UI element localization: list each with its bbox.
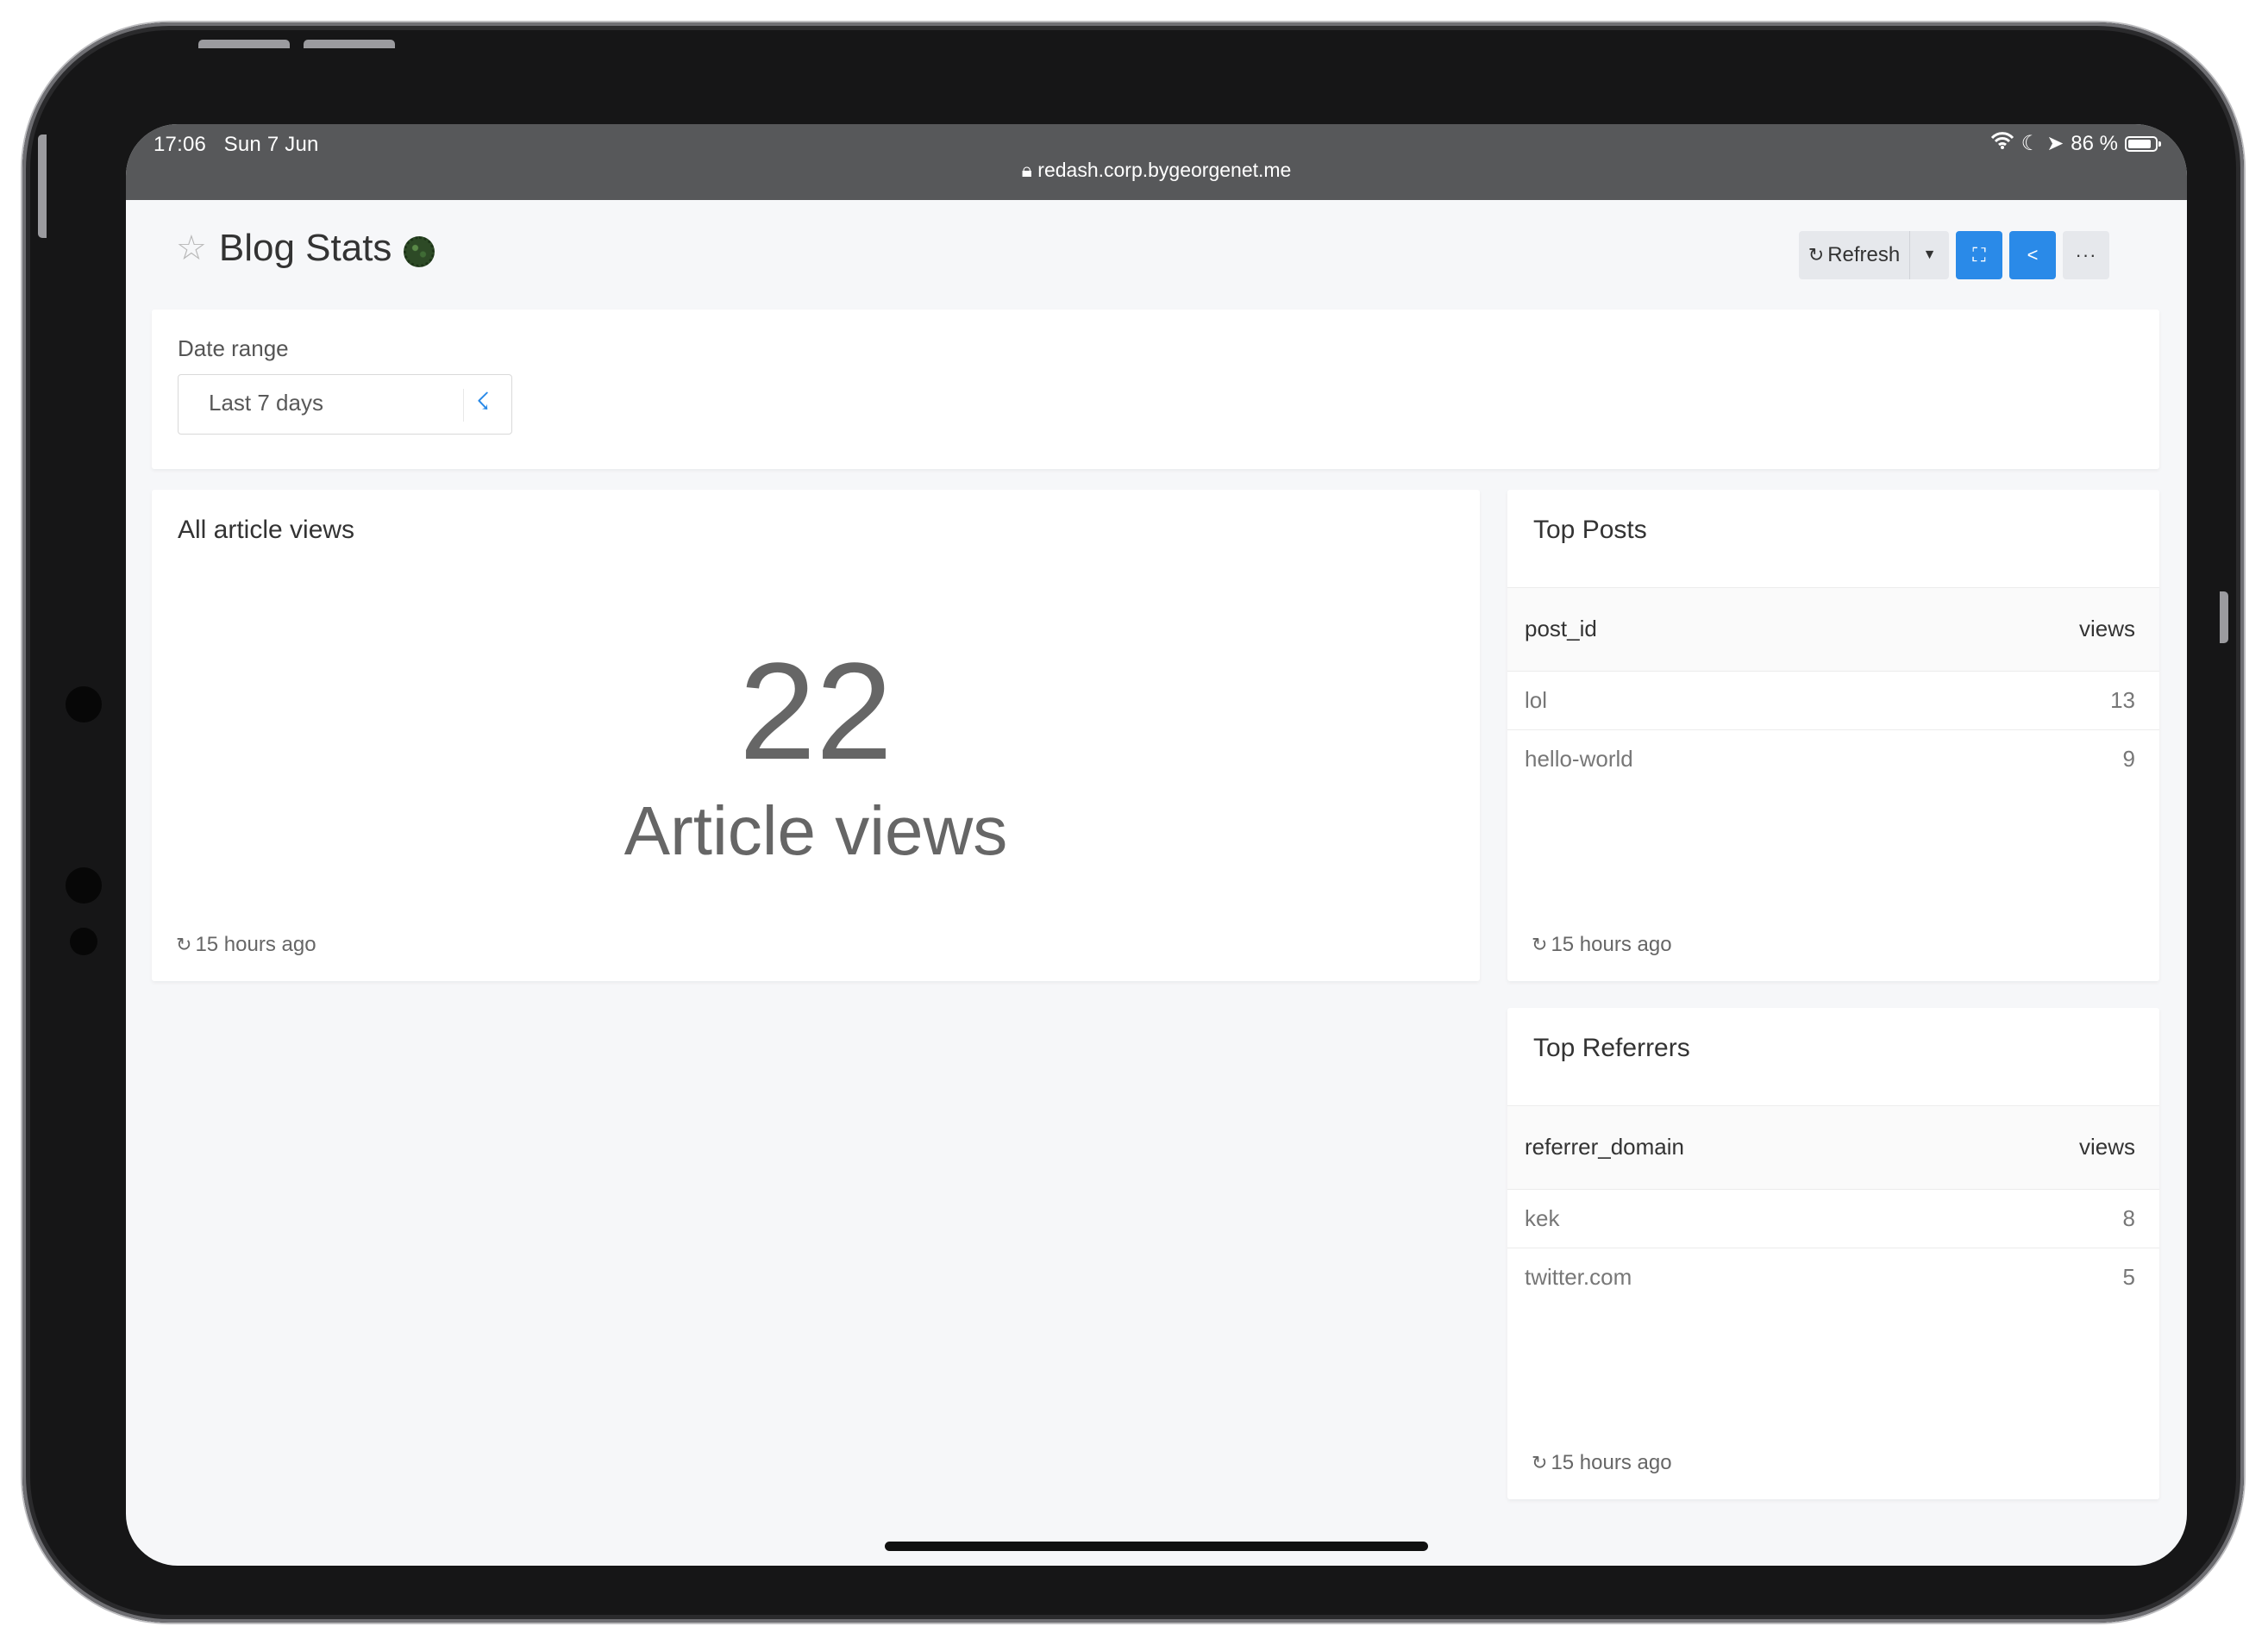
updated-text: 15 hours ago: [1551, 1451, 1672, 1474]
filters-panel: Date range Last 7 days ☇: [152, 310, 2159, 469]
refresh-label: Refresh: [1827, 243, 1901, 266]
battery-icon: [2125, 135, 2161, 152]
widget-refresh-time[interactable]: ↻ 15 hours ago: [1532, 1451, 1672, 1475]
status-bar: 17:06 Sun 7 Jun 🔒︎ redash.corp.bygeorgen…: [126, 124, 2187, 200]
camera-sensor: [66, 867, 102, 904]
fullscreen-button[interactable]: ⛶: [1956, 231, 2002, 279]
refresh-icon: ↻: [1532, 1452, 1548, 1473]
table-row: kek 8: [1507, 1190, 2159, 1248]
refresh-icon: ↻: [1808, 244, 1825, 266]
dashboard-header: ☆ Blog Stats: [176, 227, 435, 270]
refresh-icon: ↻: [176, 934, 192, 955]
date-range-value: Last 7 days: [209, 390, 323, 416]
table-cell: 13: [2110, 687, 2135, 713]
table-row: lol 13: [1507, 672, 2159, 730]
date-range-label: Date range: [178, 335, 289, 361]
wifi-icon: [1990, 131, 2014, 156]
table-cell: kek: [1525, 1205, 1560, 1231]
widget-title: Top Referrers: [1533, 1034, 1690, 1062]
column-header-post-id[interactable]: post_id: [1525, 616, 1597, 642]
battery-percentage: 86 %: [2071, 131, 2118, 155]
share-icon: <: [2027, 244, 2039, 266]
more-options-button[interactable]: ···: [2063, 231, 2109, 279]
camera-sensor: [66, 686, 102, 722]
ellipsis-icon: ···: [2075, 244, 2097, 266]
favorite-star-icon[interactable]: ☆: [176, 228, 207, 268]
status-icons: ☾ ➤ 86 %: [1990, 131, 2161, 156]
widget-title: All article views: [178, 516, 355, 544]
table-row: hello-world 9: [1507, 730, 2159, 789]
refresh-icon: ↻: [1532, 934, 1548, 955]
url-text: redash.corp.bygeorgenet.me: [1037, 159, 1292, 181]
published-icon: [404, 236, 435, 267]
page-title: Blog Stats: [218, 227, 392, 269]
lock-icon: 🔒︎: [1021, 159, 1032, 181]
side-button: [38, 134, 47, 238]
table-cell: twitter.com: [1525, 1264, 1632, 1290]
widget-article-views: All article views 22 Article views ↻ 15 …: [152, 490, 1480, 981]
clock: 17:06: [153, 133, 207, 156]
updated-text: 15 hours ago: [1551, 933, 1672, 956]
date-range-select[interactable]: Last 7 days ☇: [178, 374, 512, 435]
fullscreen-icon: ⛶: [1972, 244, 1986, 266]
side-button: [2220, 591, 2228, 643]
moon-icon: ☾: [2021, 132, 2040, 155]
updated-text: 15 hours ago: [195, 933, 316, 956]
caret-down-icon: ▼: [1922, 247, 1937, 262]
refresh-schedule-dropdown[interactable]: ▼: [1909, 231, 1949, 279]
widget-refresh-time[interactable]: ↻ 15 hours ago: [176, 933, 316, 957]
url-bar[interactable]: 🔒︎ redash.corp.bygeorgenet.me: [126, 159, 2187, 182]
dashboard-toolbar: ↻ Refresh ▼ ⛶ < ···: [1799, 231, 2109, 279]
widget-title: Top Posts: [1533, 516, 1647, 544]
date: Sun 7 Jun: [223, 133, 319, 156]
location-arrow-icon: ➤: [2046, 132, 2064, 155]
table-cell: 8: [2122, 1205, 2135, 1231]
table-cell: lol: [1525, 687, 1548, 713]
column-header-views[interactable]: views: [2079, 1134, 2135, 1160]
table-cell: hello-world: [1525, 746, 1633, 772]
screen: 17:06 Sun 7 Jun 🔒︎ redash.corp.bygeorgen…: [126, 124, 2187, 1566]
table-row: twitter.com 5: [1507, 1248, 2159, 1307]
column-header-referrer-domain[interactable]: referrer_domain: [1525, 1134, 1684, 1160]
table-header: post_id views: [1507, 587, 2159, 672]
volume-button: [304, 40, 395, 48]
ipad-device-frame: 17:06 Sun 7 Jun 🔒︎ redash.corp.bygeorgen…: [22, 22, 2244, 1623]
status-time: 17:06 Sun 7 Jun: [153, 133, 319, 157]
widget-top-referrers: Top Referrers referrer_domain views kek …: [1507, 1008, 2159, 1499]
widget-top-posts: Top Posts post_id views lol 13 hello-wor…: [1507, 490, 2159, 981]
battery-level-fill: [2128, 139, 2151, 148]
column-header-views[interactable]: views: [2079, 616, 2135, 642]
counter-label: Article views: [623, 792, 1008, 869]
camera-sensor: [70, 928, 97, 955]
share-button[interactable]: <: [2009, 231, 2056, 279]
divider: [463, 389, 464, 422]
table-header: referrer_domain views: [1507, 1105, 2159, 1190]
refresh-button[interactable]: ↻ Refresh: [1799, 231, 1909, 279]
dynamic-date-icon[interactable]: ☇: [476, 387, 490, 416]
table-cell: 5: [2122, 1264, 2135, 1290]
table-cell: 9: [2122, 746, 2135, 772]
volume-button: [198, 40, 290, 48]
widget-refresh-time[interactable]: ↻ 15 hours ago: [1532, 933, 1672, 957]
home-indicator[interactable]: [885, 1542, 1428, 1551]
counter-value: 22: [739, 634, 893, 788]
